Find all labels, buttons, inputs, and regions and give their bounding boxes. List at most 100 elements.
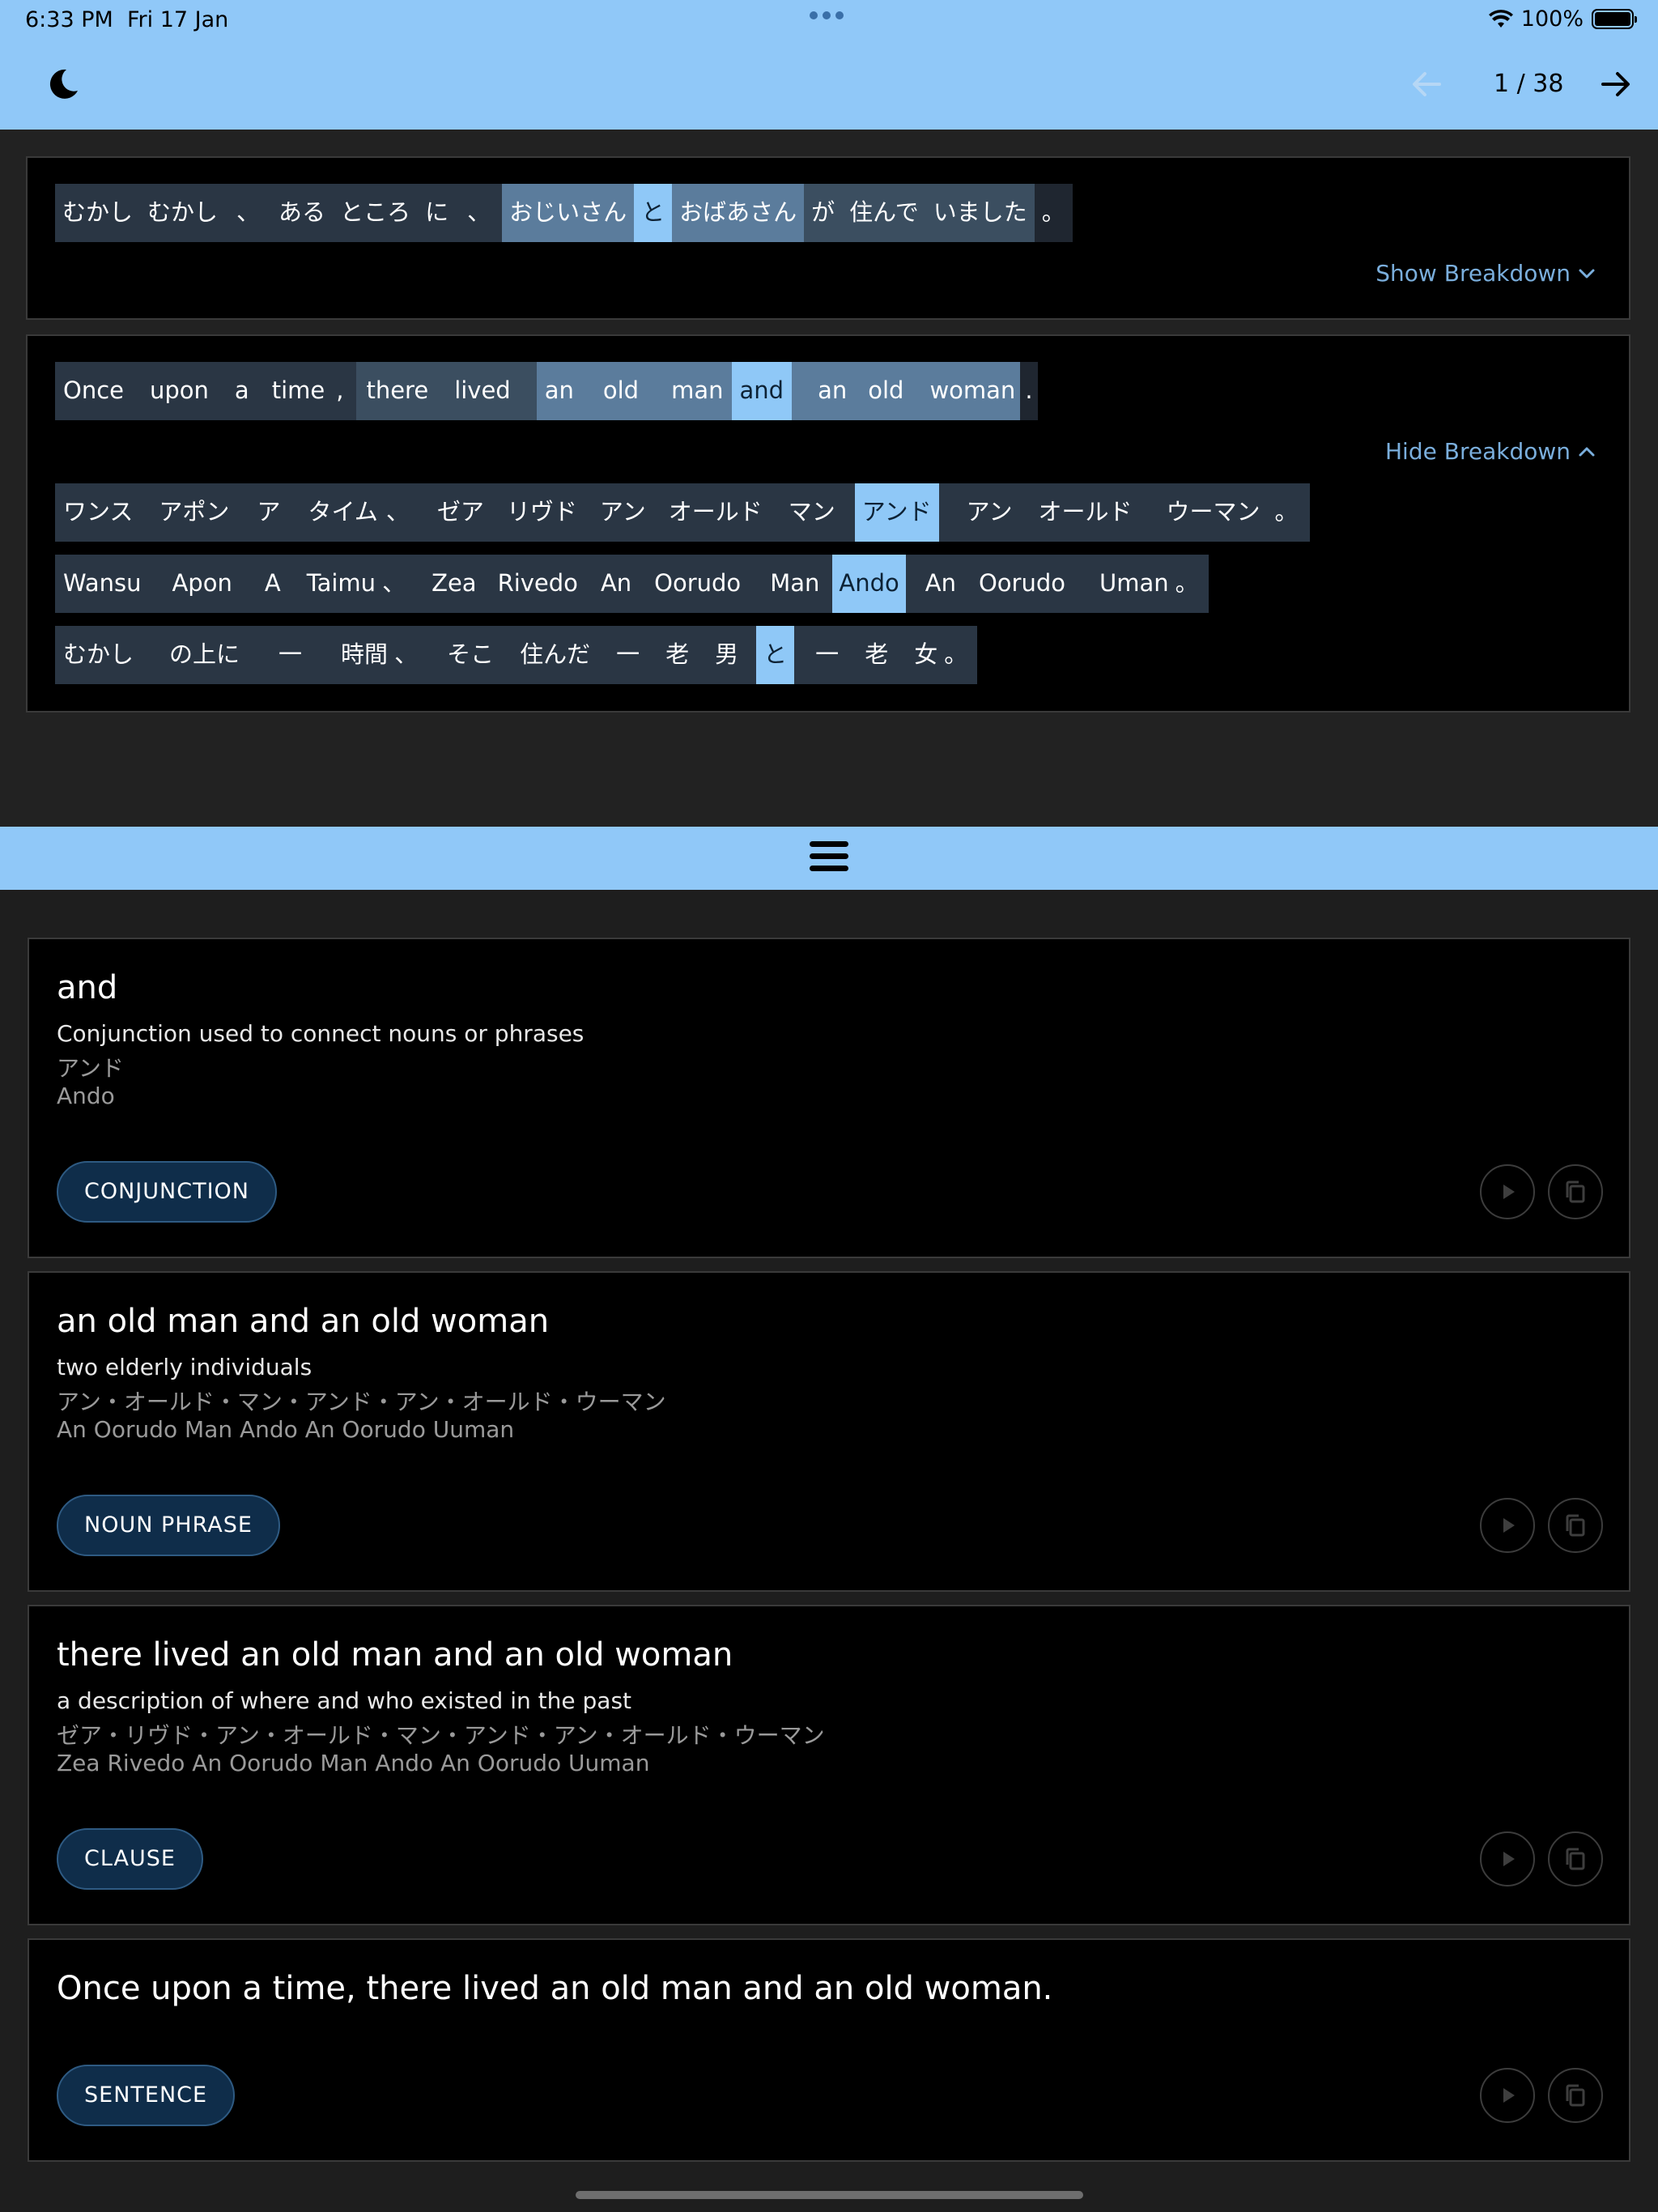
gloss-token[interactable]: 老 bbox=[852, 626, 901, 684]
gloss-breakdown-row: むかし の上に 一 時間 、 そこ 住んだ 一 老 男 と 一 老 女 。 bbox=[55, 626, 978, 684]
play-button[interactable] bbox=[1480, 1164, 1535, 1219]
romaji-token[interactable]: Man bbox=[752, 555, 832, 613]
romaji-token[interactable]: Rivedo bbox=[487, 555, 589, 613]
romaji-token[interactable]: An bbox=[906, 555, 967, 613]
en-token[interactable]: Once bbox=[55, 362, 132, 420]
definition-card-clause[interactable]: there lived an old man and an old woman … bbox=[28, 1605, 1630, 1925]
gloss-token[interactable]: そこ bbox=[434, 626, 507, 684]
arrow-left-icon[interactable] bbox=[1409, 66, 1444, 102]
play-button[interactable] bbox=[1480, 1498, 1535, 1553]
gloss-token[interactable]: 女 bbox=[901, 626, 941, 684]
gloss-token[interactable]: 住んだ bbox=[507, 626, 603, 684]
romaji-token[interactable]: Zea bbox=[422, 555, 486, 613]
part-of-speech-tag[interactable]: CONJUNCTION bbox=[57, 1161, 277, 1223]
romaji-token[interactable]: Oorudo bbox=[643, 555, 752, 613]
part-of-speech-tag[interactable]: SENTENCE bbox=[57, 2065, 236, 2126]
romaji-token[interactable]: An bbox=[589, 555, 643, 613]
copy-button[interactable] bbox=[1548, 2068, 1603, 2123]
hamburger-icon[interactable] bbox=[810, 841, 848, 875]
hide-breakdown-button[interactable]: Hide Breakdown bbox=[1385, 438, 1596, 465]
katakana-token[interactable]: ゼア bbox=[426, 483, 495, 542]
katakana-token[interactable]: マン bbox=[774, 483, 855, 542]
romaji-token[interactable]: Taimu bbox=[294, 555, 376, 613]
katakana-token[interactable]: アン bbox=[939, 483, 1024, 542]
show-breakdown-button[interactable]: Show Breakdown bbox=[1375, 260, 1596, 287]
gloss-token[interactable]: 老 bbox=[653, 626, 702, 684]
en-token[interactable]: an bbox=[536, 362, 582, 420]
jp-token[interactable]: むかし bbox=[55, 184, 140, 242]
gloss-token[interactable]: 。 bbox=[941, 626, 977, 684]
jp-token[interactable]: いました bbox=[925, 184, 1035, 242]
gloss-token-selected[interactable]: と bbox=[756, 626, 795, 684]
gloss-token[interactable]: 男 bbox=[702, 626, 756, 684]
jp-token-selected[interactable]: と bbox=[634, 184, 673, 242]
jp-token[interactable]: に bbox=[418, 184, 456, 242]
romaji-token[interactable]: Oorudo bbox=[967, 555, 1077, 613]
katakana-token[interactable]: アポン bbox=[141, 483, 237, 542]
en-token[interactable]: old bbox=[581, 362, 661, 420]
en-token[interactable]: lived bbox=[438, 362, 537, 420]
gloss-token[interactable]: の上に bbox=[142, 626, 251, 684]
definition-card-sentence[interactable]: Once upon a time, there lived an old man… bbox=[28, 1938, 1630, 2162]
jp-token[interactable]: が bbox=[804, 184, 843, 242]
gloss-token[interactable]: 一 bbox=[794, 626, 852, 684]
en-token[interactable]: time bbox=[257, 362, 332, 420]
en-token[interactable]: . bbox=[1020, 362, 1038, 420]
katakana-token[interactable]: ワンス bbox=[55, 483, 141, 542]
en-token[interactable]: a bbox=[227, 362, 257, 420]
en-token[interactable]: old bbox=[868, 362, 919, 420]
en-token[interactable]: upon bbox=[132, 362, 227, 420]
katakana-token-selected[interactable]: アンド bbox=[854, 483, 939, 542]
jp-token[interactable]: ある bbox=[271, 184, 333, 242]
romaji-token-selected[interactable]: Ando bbox=[832, 555, 906, 613]
katakana-token[interactable]: 、 bbox=[378, 483, 426, 542]
romaji-token[interactable]: Apon bbox=[149, 555, 243, 613]
katakana-token[interactable]: 。 bbox=[1272, 483, 1310, 542]
en-token[interactable]: there bbox=[356, 362, 439, 420]
en-token[interactable]: man bbox=[660, 362, 732, 420]
copy-button[interactable] bbox=[1548, 1498, 1603, 1553]
gloss-token[interactable]: 一 bbox=[251, 626, 318, 684]
copy-button[interactable] bbox=[1548, 1164, 1603, 1219]
katakana-token[interactable]: オールド bbox=[657, 483, 774, 542]
part-of-speech-tag[interactable]: CLAUSE bbox=[57, 1828, 203, 1890]
en-token[interactable]: , bbox=[331, 362, 356, 420]
card-kana: アン・オールド・マン・アンド・アン・オールド・ウーマン bbox=[57, 1389, 666, 1415]
katakana-token[interactable]: オールド bbox=[1023, 483, 1143, 542]
en-token[interactable]: an bbox=[792, 362, 869, 420]
multitasking-dots[interactable] bbox=[810, 11, 844, 19]
definition-card-phrase[interactable]: an old man and an old woman two elderly … bbox=[28, 1271, 1630, 1592]
romaji-token[interactable]: 。 bbox=[1171, 555, 1209, 613]
copy-button[interactable] bbox=[1548, 1831, 1603, 1887]
jp-token[interactable]: 住んで bbox=[842, 184, 926, 242]
jp-token[interactable]: おじいさん bbox=[502, 184, 635, 242]
katakana-token[interactable]: タイム bbox=[291, 483, 377, 542]
gloss-token[interactable]: 時間 bbox=[318, 626, 388, 684]
arrow-right-icon[interactable] bbox=[1598, 66, 1634, 102]
gloss-token[interactable]: 一 bbox=[603, 626, 653, 684]
jp-token[interactable]: 。 bbox=[1034, 184, 1073, 242]
play-button[interactable] bbox=[1480, 2068, 1535, 2123]
gloss-token[interactable]: むかし bbox=[55, 626, 142, 684]
katakana-token[interactable]: ア bbox=[237, 483, 291, 542]
jp-token[interactable]: 、 bbox=[456, 184, 502, 242]
katakana-token[interactable]: リヴド bbox=[495, 483, 589, 542]
romaji-token[interactable]: A bbox=[244, 555, 294, 613]
en-token[interactable]: woman bbox=[918, 362, 1021, 420]
romaji-token[interactable]: 、 bbox=[376, 555, 422, 613]
definition-card-word[interactable]: and Conjunction used to connect nouns or… bbox=[28, 938, 1630, 1258]
katakana-token[interactable]: アン bbox=[589, 483, 657, 542]
home-indicator[interactable] bbox=[576, 2191, 1083, 2199]
romaji-token[interactable]: Wansu bbox=[55, 555, 149, 613]
en-token-selected[interactable]: and bbox=[731, 362, 793, 420]
jp-token[interactable]: ところ bbox=[333, 184, 418, 242]
jp-token[interactable]: 、 bbox=[225, 184, 271, 242]
jp-token[interactable]: おばあさん bbox=[672, 184, 805, 242]
gloss-token[interactable]: 、 bbox=[388, 626, 434, 684]
katakana-token[interactable]: ウーマン bbox=[1144, 483, 1272, 542]
romaji-token[interactable]: Uman bbox=[1077, 555, 1171, 613]
play-button[interactable] bbox=[1480, 1831, 1535, 1887]
jp-token[interactable]: むかし bbox=[140, 184, 225, 242]
moon-icon[interactable] bbox=[45, 66, 81, 102]
part-of-speech-tag[interactable]: NOUN PHRASE bbox=[57, 1495, 280, 1556]
